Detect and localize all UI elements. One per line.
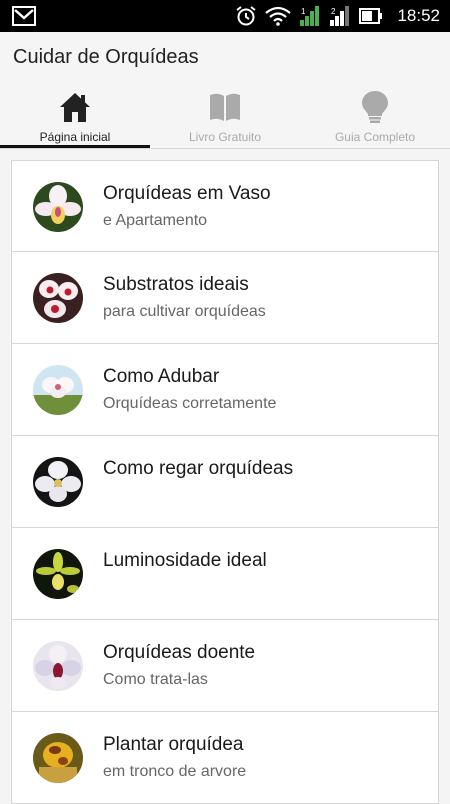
item-title: Como Adubar bbox=[103, 366, 220, 387]
gmail-icon bbox=[12, 6, 36, 31]
tab-free-book[interactable]: Livro Gratuito bbox=[150, 86, 300, 148]
list-item[interactable]: Plantar orquídea em tronco de arvore bbox=[11, 712, 439, 804]
tab-complete-guide-label: Guia Completo bbox=[334, 130, 416, 144]
item-title: Orquídeas doente bbox=[103, 642, 256, 663]
list-item[interactable]: Orquídeas doente Como trata-las bbox=[11, 620, 439, 712]
item-title: Orquídeas em Vaso bbox=[103, 183, 271, 204]
item-subtitle: Como trata-las bbox=[103, 671, 208, 688]
orchid-thumbnail bbox=[33, 182, 83, 232]
item-title: Substratos ideais bbox=[103, 274, 249, 295]
orchid-thumbnail bbox=[33, 733, 83, 783]
tab-home-label: Página inicial bbox=[39, 130, 111, 144]
app-title: Cuidar de Orquídeas bbox=[13, 46, 199, 68]
list-item[interactable]: Como Adubar Orquídeas corretamente bbox=[11, 344, 439, 436]
home-icon bbox=[59, 90, 91, 124]
orchid-thumbnail bbox=[33, 641, 83, 691]
svg-text:1: 1 bbox=[301, 7, 306, 16]
wifi-icon bbox=[265, 6, 292, 26]
item-title: Luminosidade ideal bbox=[103, 550, 267, 571]
topic-list: Orquídeas em Vaso e Apartamento Substrat… bbox=[11, 160, 439, 804]
orchid-thumbnail bbox=[33, 549, 83, 599]
tab-bar: Página inicial Livro Gratuito Guia Compl… bbox=[0, 86, 450, 148]
orchid-thumbnail bbox=[33, 365, 83, 415]
item-title: Plantar orquídea bbox=[103, 734, 244, 755]
item-title: Como regar orquídeas bbox=[103, 458, 294, 479]
book-icon bbox=[209, 90, 241, 124]
signal-icon: 1 bbox=[299, 5, 321, 27]
list-item[interactable]: Como regar orquídeas bbox=[11, 436, 439, 528]
item-subtitle: e Apartamento bbox=[103, 212, 208, 229]
status-bar: 1 2 18:52 bbox=[0, 0, 450, 32]
list-item[interactable]: Substratos ideais para cultivar orquídea… bbox=[11, 252, 439, 344]
list-item[interactable]: Luminosidade ideal bbox=[11, 528, 439, 620]
item-subtitle: para cultivar orquídeas bbox=[103, 303, 266, 320]
app-bar: Cuidar de Orquídeas Página inicial Livro… bbox=[0, 32, 450, 149]
battery-icon bbox=[359, 7, 383, 25]
clock: 18:52 bbox=[397, 6, 440, 25]
orchid-thumbnail bbox=[33, 457, 83, 507]
orchid-thumbnail bbox=[33, 273, 83, 323]
list-item[interactable]: Orquídeas em Vaso e Apartamento bbox=[11, 160, 439, 252]
lightbulb-icon bbox=[361, 90, 389, 124]
signal-2-icon: 2 bbox=[329, 5, 351, 27]
item-subtitle: Orquídeas corretamente bbox=[103, 395, 277, 412]
item-subtitle: em tronco de arvore bbox=[103, 763, 247, 780]
tab-complete-guide[interactable]: Guia Completo bbox=[300, 86, 450, 148]
svg-text:2: 2 bbox=[331, 7, 336, 16]
tab-home[interactable]: Página inicial bbox=[0, 86, 150, 148]
tab-free-book-label: Livro Gratuito bbox=[188, 130, 262, 144]
alarm-icon bbox=[235, 5, 257, 27]
